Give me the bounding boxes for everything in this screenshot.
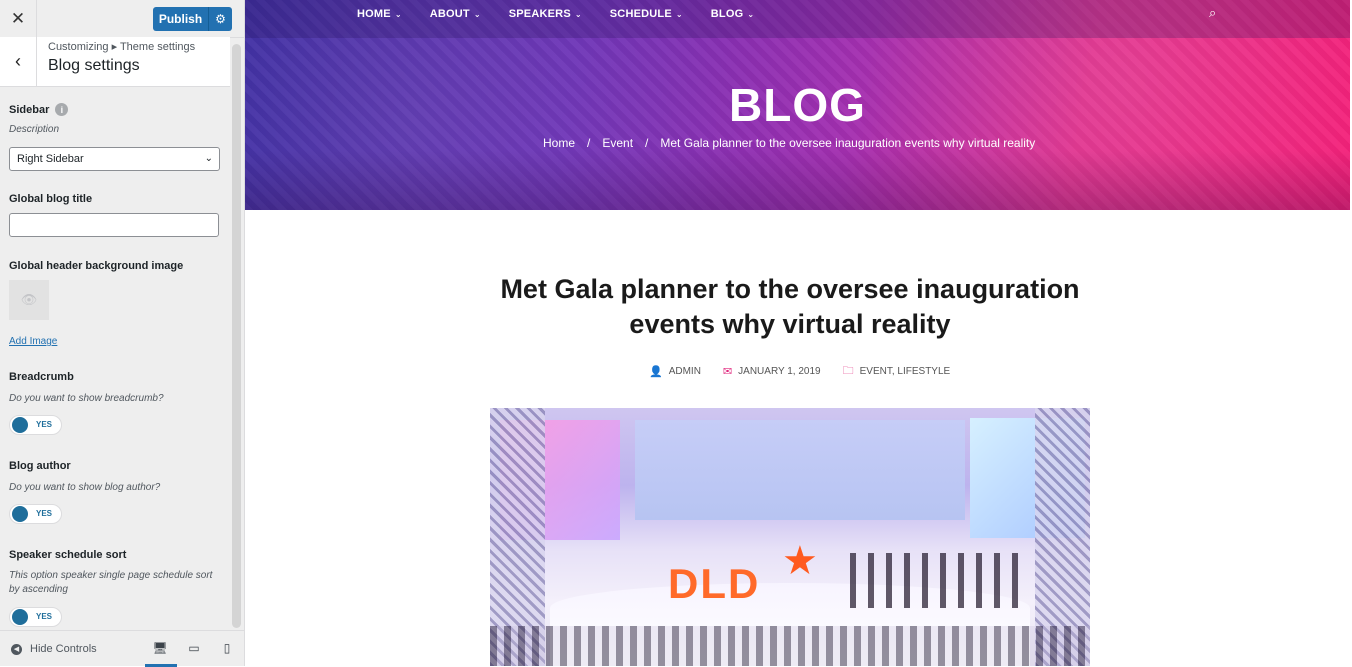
toggle-knob bbox=[12, 609, 28, 625]
chevron-down-icon: ⌄ bbox=[574, 9, 582, 19]
collapse-icon: ◀ bbox=[11, 643, 22, 655]
back-button[interactable]: ‹ bbox=[0, 37, 37, 86]
tablet-icon: ▭ bbox=[188, 641, 200, 655]
breadcrumb-setting: Breadcrumb Do you want to show breadcrum… bbox=[9, 371, 221, 406]
breadcrumb-home[interactable]: Home bbox=[543, 136, 575, 150]
breadcrumb-separator: / bbox=[587, 136, 591, 150]
blog-author-toggle[interactable]: YES bbox=[9, 504, 62, 524]
chevron-down-icon: ⌄ bbox=[747, 9, 755, 19]
speaker-sort-setting: Speaker schedule sort This option speake… bbox=[9, 549, 221, 597]
publish-button[interactable]: Publish bbox=[153, 7, 209, 31]
hide-controls-label: Hide Controls bbox=[30, 643, 97, 655]
photo-logo: DLD bbox=[668, 560, 761, 607]
close-icon: ✕ bbox=[10, 8, 26, 28]
eye-icon: 👁 bbox=[20, 292, 38, 307]
panel-scrollbar[interactable] bbox=[232, 44, 241, 628]
header-bg-label: Global header background image bbox=[9, 260, 184, 272]
header-bg-placeholder[interactable]: 👁 bbox=[9, 280, 49, 320]
breadcrumb-label: Breadcrumb bbox=[9, 371, 74, 383]
speaker-sort-label: Speaker schedule sort bbox=[9, 549, 127, 561]
breadcrumb: Home / Event / Met Gala planner to the o… bbox=[543, 136, 1035, 150]
chevron-down-icon: ⌄ bbox=[394, 9, 402, 19]
gear-icon[interactable]: ⚙ bbox=[209, 12, 232, 26]
blog-author-label: Blog author bbox=[9, 460, 71, 472]
breadcrumb-event[interactable]: Event bbox=[602, 136, 633, 150]
mobile-icon: ▯ bbox=[223, 641, 231, 655]
customizer-panel: ✕ Publish ⚙ ‹ Customizing ▸ Theme settin… bbox=[0, 0, 245, 667]
user-icon: 👤 bbox=[649, 366, 663, 378]
sidebar-setting: Sidebar i Description bbox=[9, 103, 69, 137]
toggle-state: YES bbox=[36, 420, 53, 429]
photo-screen-center bbox=[635, 420, 965, 520]
tablet-preview-button[interactable]: ▭ bbox=[187, 641, 201, 655]
sidebar-label: Sidebar bbox=[9, 103, 50, 116]
toggle-state: YES bbox=[36, 509, 53, 518]
mobile-preview-button[interactable]: ▯ bbox=[220, 641, 234, 655]
sidebar-select-value: Right Sidebar bbox=[17, 153, 84, 165]
section-header: ‹ Customizing ▸ Theme settings Blog sett… bbox=[0, 37, 230, 87]
speaker-sort-toggle[interactable]: YES bbox=[9, 607, 62, 627]
site-preview: HOME ⌄ ABOUT ⌄ SPEAKERS ⌄ SCHEDULE ⌄ BLOG ⌄ ⌕… bbox=[245, 0, 1352, 666]
photo-audience bbox=[490, 626, 1090, 666]
post-author[interactable]: ADMIN bbox=[669, 366, 701, 377]
blog-author-setting: Blog author Do you want to show blog aut… bbox=[9, 460, 221, 495]
breadcrumb-current: Met Gala planner to the oversee inaugura… bbox=[660, 136, 1036, 150]
customizer-breadcrumb: Customizing ▸ Theme settings bbox=[48, 41, 196, 53]
sidebar-select[interactable]: Right Sidebar ⌄ bbox=[9, 147, 220, 171]
photo-performers bbox=[850, 553, 1020, 608]
page-title: BLOG bbox=[729, 79, 866, 131]
post-date: JANUARY 1, 2019 bbox=[738, 366, 821, 377]
global-blog-title-input[interactable] bbox=[9, 213, 219, 237]
sidebar-description: Description bbox=[9, 124, 60, 135]
customizer-header: ✕ Publish ⚙ bbox=[0, 0, 244, 38]
nav-item-speakers[interactable]: SPEAKERS ⌄ bbox=[509, 8, 582, 20]
post-title: Met Gala planner to the oversee inaugura… bbox=[500, 274, 1080, 339]
breadcrumb-description: Do you want to show breadcrumb? bbox=[9, 393, 164, 404]
blog-author-description: Do you want to show blog author? bbox=[9, 482, 161, 493]
publish-button-group: Publish ⚙ bbox=[153, 7, 232, 31]
info-icon[interactable]: i bbox=[55, 103, 69, 116]
toggle-state: YES bbox=[36, 612, 53, 621]
chevron-down-icon: ⌄ bbox=[204, 153, 213, 164]
page-hero: HOME ⌄ ABOUT ⌄ SPEAKERS ⌄ SCHEDULE ⌄ BLOG ⌄ ⌕… bbox=[245, 0, 1350, 210]
breadcrumb-separator: / bbox=[645, 136, 649, 150]
desktop-preview-button[interactable]: 🖥 bbox=[152, 641, 168, 655]
hide-controls-button[interactable]: ◀ Hide Controls bbox=[11, 643, 97, 655]
chevron-down-icon: ⌄ bbox=[675, 9, 683, 19]
section-title: Blog settings bbox=[48, 57, 140, 74]
main-nav: HOME ⌄ ABOUT ⌄ SPEAKERS ⌄ SCHEDULE ⌄ BLOG ⌄ bbox=[357, 8, 782, 20]
toggle-knob bbox=[12, 417, 28, 433]
toggle-knob bbox=[12, 506, 28, 522]
close-customizer-button[interactable]: ✕ bbox=[0, 0, 37, 37]
nav-item-home[interactable]: HOME ⌄ bbox=[357, 8, 402, 20]
folder-icon: 🗀 bbox=[842, 365, 854, 377]
post-meta: 👤 ADMIN ✉ JANUARY 1, 2019 🗀 EVENT, LIFES… bbox=[649, 362, 950, 381]
customizer-footer: ◀ Hide Controls 🖥 ▭ ▯ bbox=[0, 630, 244, 667]
add-image-link[interactable]: Add Image bbox=[9, 336, 57, 347]
nav-item-about[interactable]: ABOUT ⌄ bbox=[430, 8, 481, 20]
calendar-icon: ✉ bbox=[722, 366, 733, 378]
global-blog-title-label: Global blog title bbox=[9, 193, 93, 205]
star-icon: ★ bbox=[782, 539, 818, 583]
featured-image: DLD ★ bbox=[490, 408, 1090, 666]
post-categories[interactable]: EVENT, LIFESTYLE bbox=[860, 366, 951, 377]
chevron-left-icon: ‹ bbox=[15, 51, 21, 71]
speaker-sort-description: This option speaker single page schedule… bbox=[9, 570, 213, 595]
nav-item-blog[interactable]: BLOG ⌄ bbox=[711, 8, 754, 20]
nav-item-schedule[interactable]: SCHEDULE ⌄ bbox=[610, 8, 683, 20]
breadcrumb-toggle[interactable]: YES bbox=[9, 415, 62, 435]
desktop-icon: 🖥 bbox=[152, 641, 168, 655]
site-nav-bar: HOME ⌄ ABOUT ⌄ SPEAKERS ⌄ SCHEDULE ⌄ BLOG ⌄ ⌕ bbox=[245, 0, 1350, 38]
chevron-down-icon: ⌄ bbox=[473, 9, 481, 19]
search-icon[interactable]: ⌕ bbox=[1209, 5, 1216, 21]
